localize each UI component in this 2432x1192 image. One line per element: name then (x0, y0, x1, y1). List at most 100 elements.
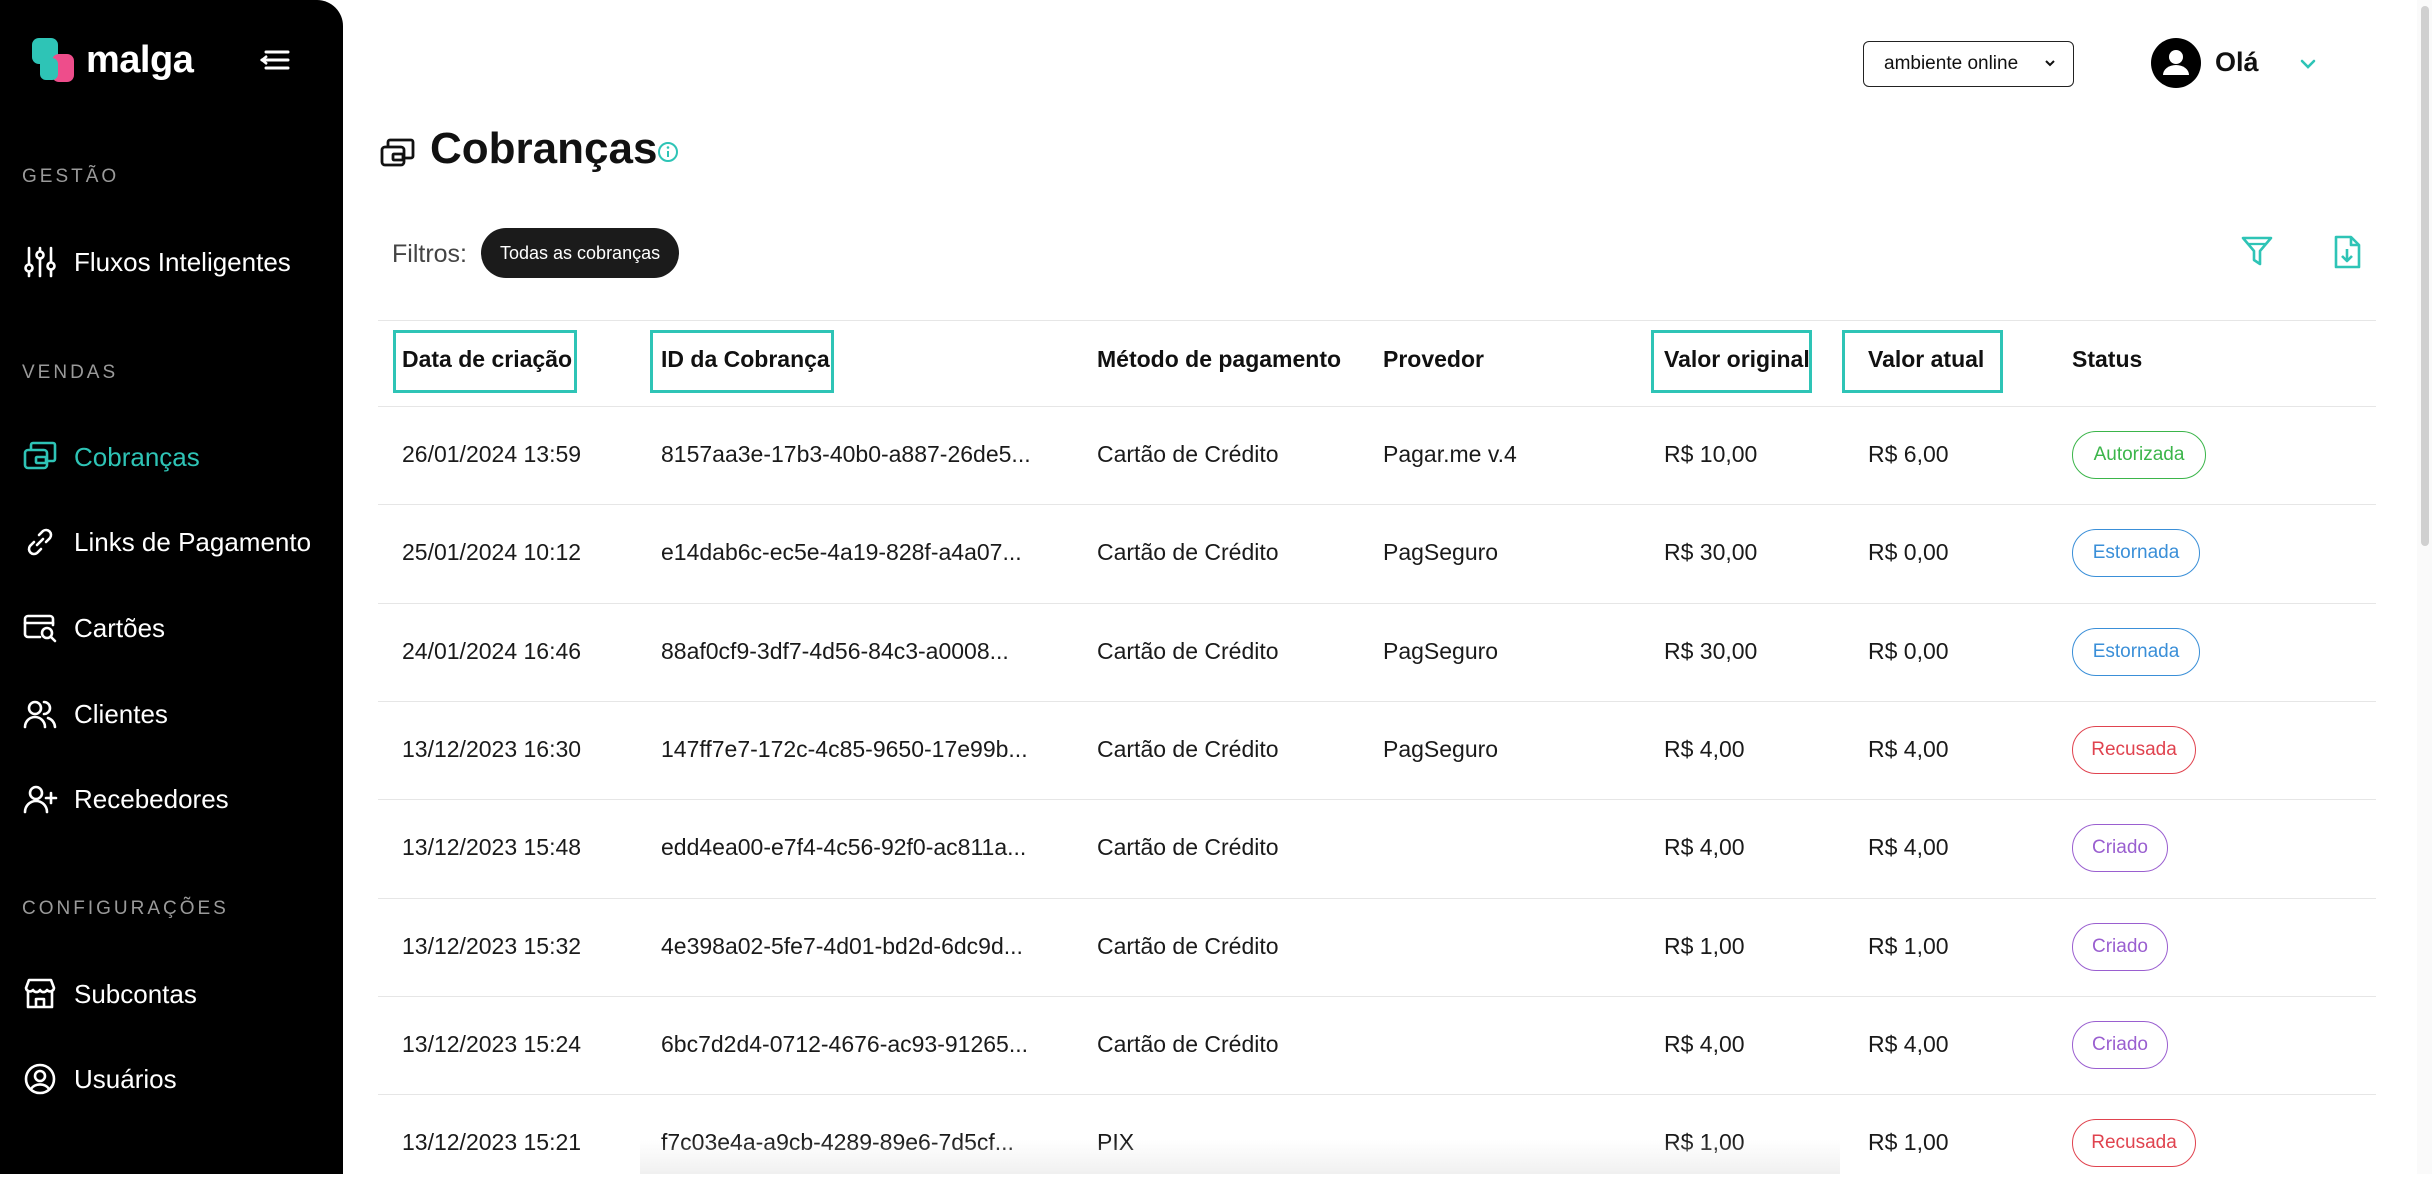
charges-title-icon (380, 136, 416, 172)
sidebar-item-label: Clientes (74, 698, 168, 729)
user-menu-chevron-icon[interactable] (2296, 52, 2320, 76)
filters-label: Filtros: (392, 240, 467, 268)
header-provedor[interactable]: Provedor (1383, 346, 1484, 373)
sidebar: malga GESTÃO Fluxos Inteligentes VENDAS … (0, 0, 343, 1174)
info-icon[interactable] (657, 141, 679, 163)
header-valor-original[interactable]: Valor original (1664, 346, 1810, 373)
header-metodo-de-pagamento[interactable]: Método de pagamento (1097, 346, 1341, 373)
cell-original-value: R$ 1,00 (1664, 933, 1745, 959)
sidebar-item-links-de-pagamento[interactable]: Links de Pagamento (22, 518, 332, 566)
sidebar-item-label: Cartões (74, 612, 166, 643)
export-file-icon[interactable] (2330, 234, 2364, 270)
cell-payment-method: Cartão de Crédito (1097, 1031, 1279, 1057)
collapse-menu-icon[interactable] (258, 46, 292, 74)
card-search-icon (23, 614, 57, 643)
store-icon (24, 978, 56, 1009)
cell-current-value: R$ 4,00 (1868, 736, 1949, 762)
cell-created-date: 13/12/2023 15:32 (402, 933, 582, 959)
cell-current-value: R$ 1,00 (1868, 933, 1949, 959)
header-id-da-cobranca[interactable]: ID da Cobrança (661, 346, 830, 373)
cell-payment-method: Cartão de Crédito (1097, 933, 1279, 959)
cell-current-value: R$ 0,00 (1868, 539, 1949, 565)
filter-chip-all-charges[interactable]: Todas as cobranças (481, 228, 680, 278)
cell-current-value: R$ 0,00 (1868, 638, 1949, 664)
header-valor-atual[interactable]: Valor atual (1868, 346, 1984, 373)
cell-current-value: R$ 6,00 (1868, 441, 1949, 467)
sidebar-item-label: Cobranças (74, 441, 200, 472)
cell-payment-method: Cartão de Crédito (1097, 441, 1279, 467)
sliders-icon (24, 246, 56, 278)
sidebar-item-cobrancas[interactable]: Cobranças (22, 433, 332, 481)
sidebar-item-label: Subcontas (74, 978, 197, 1009)
sidebar-item-subcontas[interactable]: Subcontas (22, 970, 332, 1018)
cell-created-date: 13/12/2023 15:24 (402, 1031, 582, 1057)
sidebar-item-usuarios[interactable]: Usuários (22, 1055, 332, 1103)
scrollbar[interactable] (2417, 0, 2432, 1174)
cell-original-value: R$ 10,00 (1664, 441, 1758, 467)
cell-charge-id: 6bc7d2d4-0712-4676-ac93-91265... (661, 1031, 1029, 1057)
status-badge: Recusada (2072, 1119, 2196, 1167)
cell-provider: PagSeguro (1383, 736, 1499, 762)
sidebar-item-clientes[interactable]: Clientes (22, 690, 332, 738)
cell-charge-id: 8157aa3e-17b3-40b0-a887-26de5... (661, 441, 1031, 467)
cell-charge-id: 4e398a02-5fe7-4d01-bd2d-6dc9d... (661, 933, 1023, 959)
cell-created-date: 25/01/2024 10:12 (402, 539, 582, 565)
bottom-shadow (640, 1140, 1840, 1174)
sidebar-item-label: Fluxos Inteligentes (74, 246, 291, 277)
status-badge: Recusada (2072, 726, 2196, 774)
cell-created-date: 26/01/2024 13:59 (402, 441, 582, 467)
malga-logo-icon (32, 38, 76, 82)
cell-payment-method: Cartão de Crédito (1097, 539, 1279, 565)
status-badge: Criado (2072, 1021, 2168, 1069)
page-title: Cobranças (430, 124, 658, 173)
cell-payment-method: Cartão de Crédito (1097, 638, 1279, 664)
users-icon (23, 700, 57, 729)
header-data-de-criacao[interactable]: Data de criação (402, 346, 572, 373)
scrollbar-thumb[interactable] (2421, 6, 2429, 546)
cell-created-date: 24/01/2024 16:46 (402, 638, 582, 664)
cell-provider: PagSeguro (1383, 638, 1499, 664)
brand-logo[interactable]: malga (32, 38, 194, 82)
sidebar-item-fluxos-inteligentes[interactable]: Fluxos Inteligentes (22, 238, 332, 286)
chevron-down-icon (2045, 60, 2055, 67)
cell-original-value: R$ 4,00 (1664, 736, 1745, 762)
status-badge: Criado (2072, 824, 2168, 872)
user-avatar-icon (2163, 50, 2189, 75)
cell-payment-method: Cartão de Crédito (1097, 736, 1279, 762)
brand-name: malga (86, 38, 194, 81)
environment-select-value: ambiente online (1884, 53, 2019, 74)
status-badge: Estornada (2072, 529, 2200, 577)
section-label-gestao: GESTÃO (22, 166, 120, 187)
cell-charge-id: edd4ea00-e7f4-4c56-92f0-ac811a... (661, 834, 1027, 860)
cell-payment-method: Cartão de Crédito (1097, 834, 1279, 860)
environment-select[interactable]: ambiente online (1863, 41, 2074, 87)
cell-created-date: 13/12/2023 16:30 (402, 736, 582, 762)
sidebar-item-cartoes[interactable]: Cartões (22, 604, 332, 652)
cell-created-date: 13/12/2023 15:48 (402, 834, 582, 860)
sidebar-item-recebedores[interactable]: Recebedores (22, 775, 332, 823)
sidebar-item-label: Links de Pagamento (74, 526, 312, 557)
filter-icon[interactable] (2240, 234, 2274, 268)
cell-created-date: 13/12/2023 15:21 (402, 1129, 582, 1155)
cell-original-value: R$ 4,00 (1664, 834, 1745, 860)
section-label-vendas: VENDAS (22, 362, 119, 383)
cell-charge-id: 147ff7e7-172c-4c85-9650-17e99b... (661, 736, 1028, 762)
avatar[interactable] (2151, 38, 2201, 88)
section-label-configuracoes: CONFIGURAÇÕES (22, 898, 229, 919)
user-greeting: Olá (2215, 47, 2259, 77)
sidebar-item-label: Usuários (74, 1063, 177, 1094)
header-status: Status (2072, 346, 2143, 372)
cell-original-value: R$ 4,00 (1664, 1031, 1745, 1057)
user-plus-icon (23, 785, 58, 814)
link-icon (27, 528, 53, 556)
cell-provider: PagSeguro (1383, 539, 1499, 565)
status-badge: Estornada (2072, 628, 2200, 676)
cell-charge-id: 88af0cf9-3df7-4d56-84c3-a0008... (661, 638, 1009, 664)
status-badge: Criado (2072, 923, 2168, 971)
cell-provider: Pagar.me v.4 (1383, 441, 1517, 467)
cell-original-value: R$ 30,00 (1664, 638, 1758, 664)
cell-current-value: R$ 4,00 (1868, 1031, 1949, 1057)
table-header-divider (378, 320, 2376, 321)
status-badge: Autorizada (2072, 431, 2206, 479)
sidebar-item-label: Recebedores (74, 783, 229, 814)
